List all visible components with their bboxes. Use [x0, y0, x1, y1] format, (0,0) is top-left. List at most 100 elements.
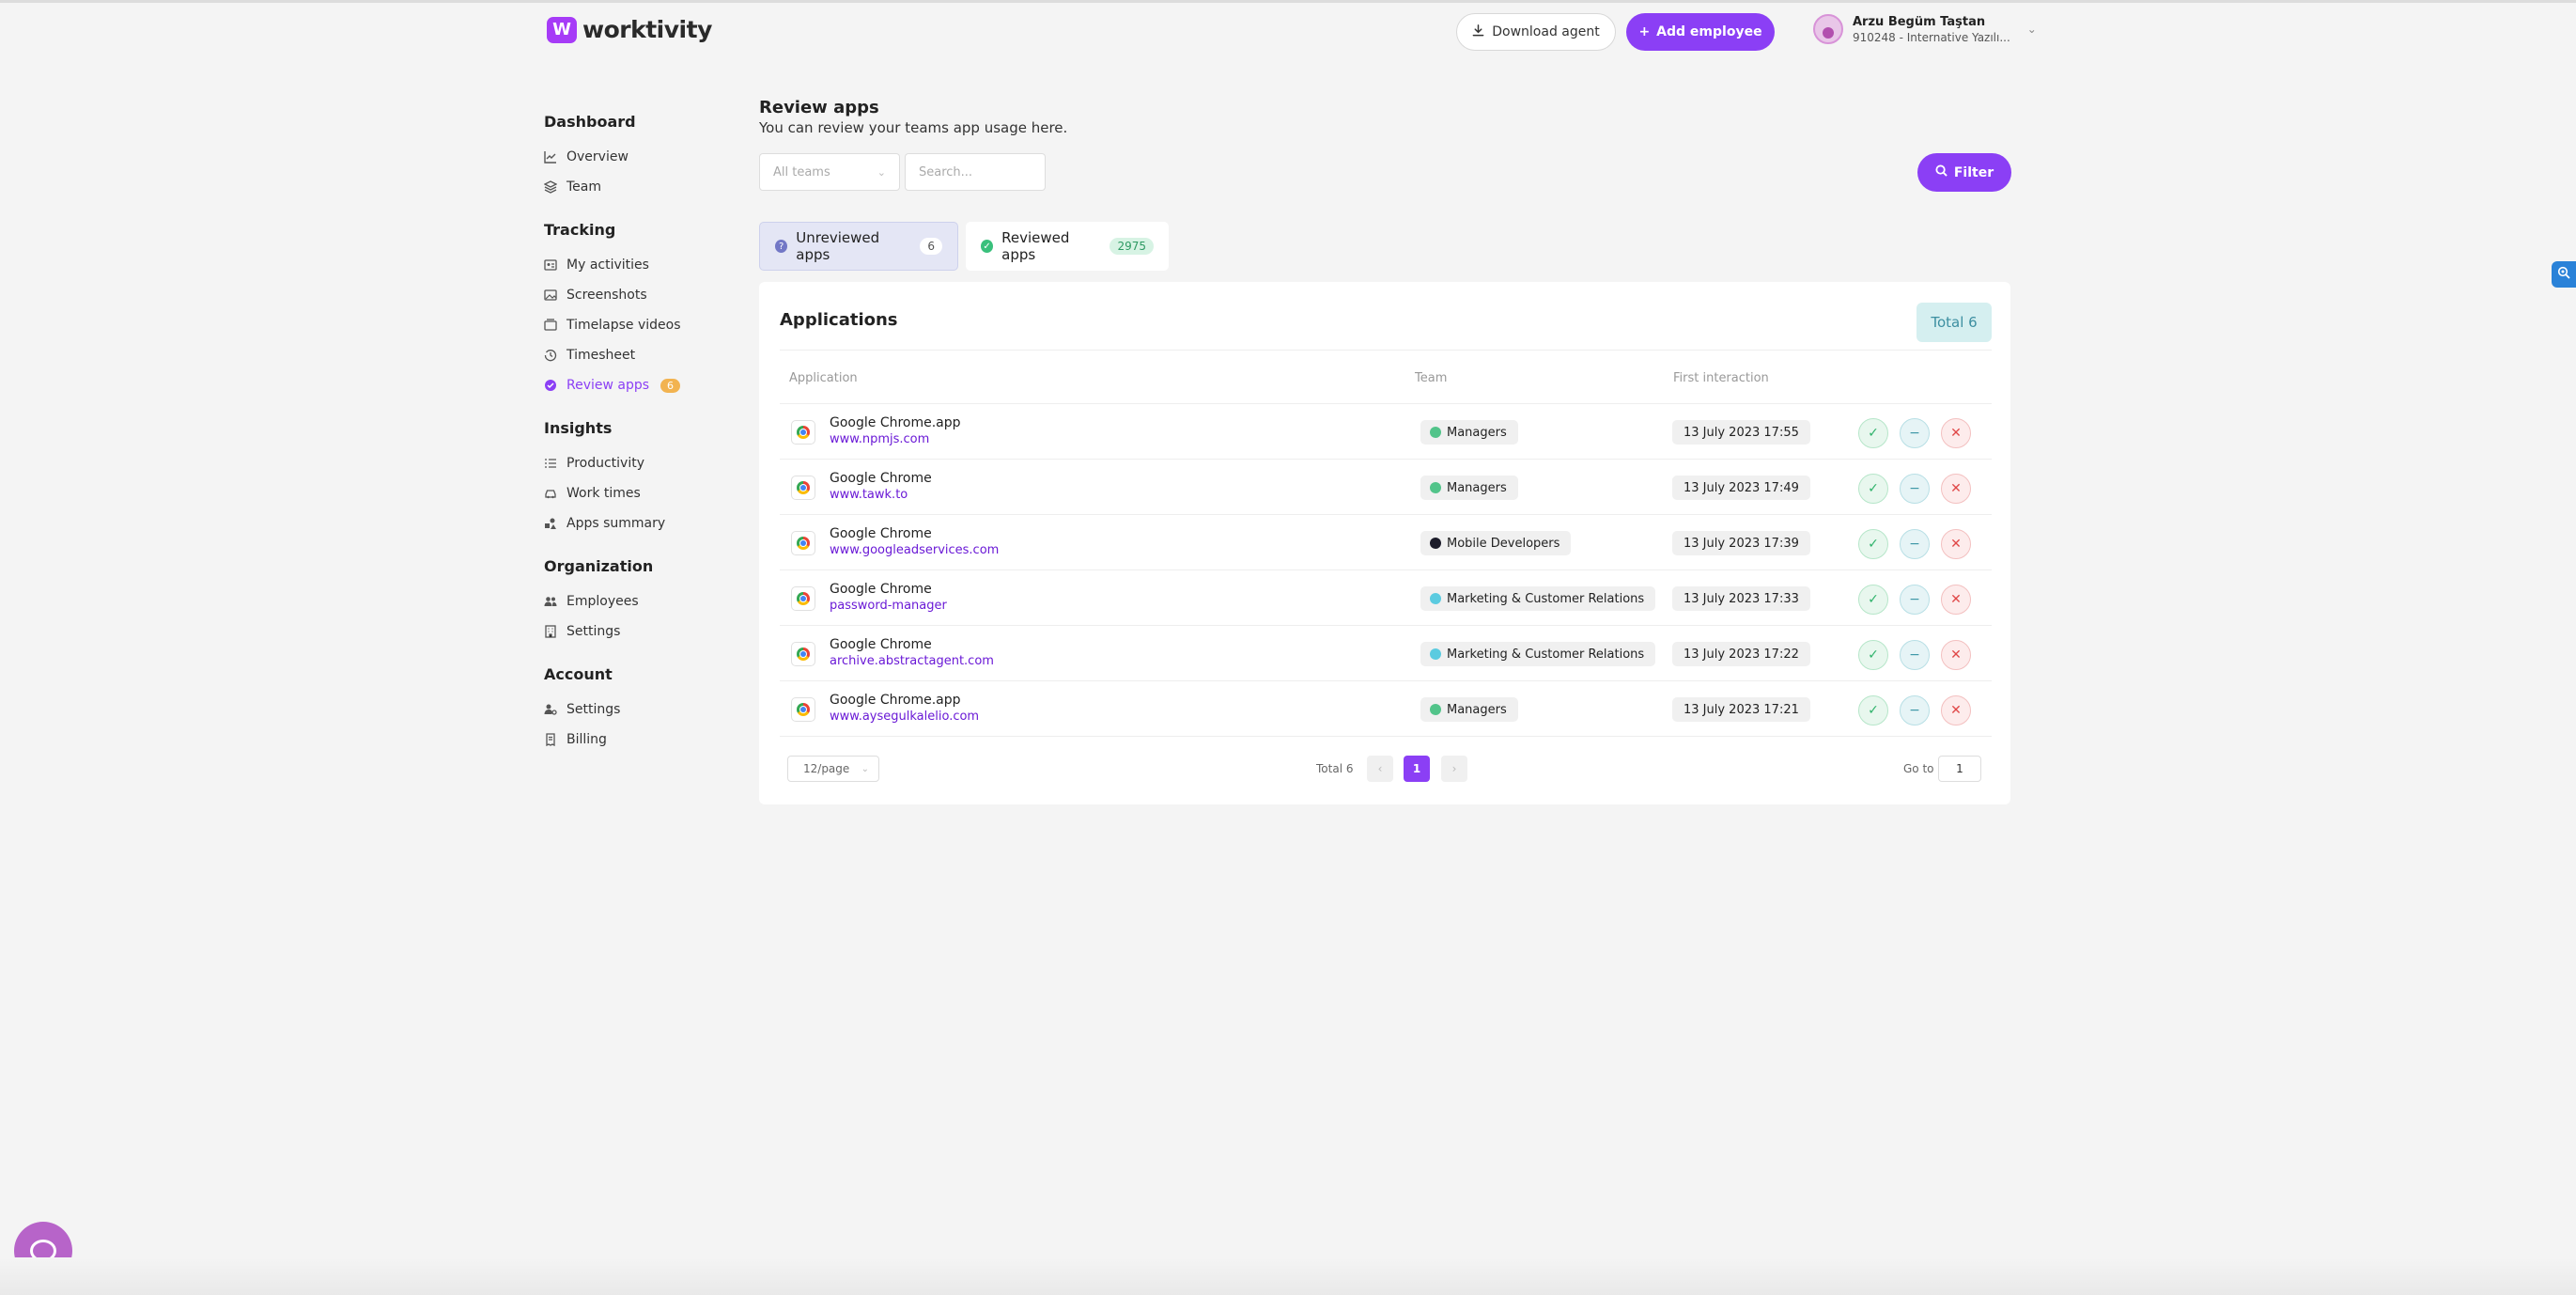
- shapes-icon: [544, 517, 557, 530]
- team-color-dot: [1430, 648, 1441, 660]
- sidebar-item-team[interactable]: Team: [544, 172, 722, 202]
- first-interaction-date: 13 July 2023 17:33: [1672, 586, 1810, 611]
- team-name: Managers: [1447, 702, 1507, 717]
- brand-logo[interactable]: W worktivity: [547, 16, 712, 43]
- minus-icon: −: [1909, 703, 1920, 718]
- users-icon: [544, 595, 557, 608]
- check-icon: ✓: [1868, 592, 1879, 607]
- chrome-icon: [791, 586, 815, 611]
- reject-button[interactable]: ✕: [1941, 640, 1971, 670]
- sidebar-item-account-settings[interactable]: Settings: [544, 694, 722, 725]
- chrome-icon: [791, 531, 815, 555]
- user-name: Arzu Begüm Taştan: [1853, 14, 1986, 29]
- neutral-button[interactable]: −: [1900, 695, 1930, 726]
- page-size-select[interactable]: 12/page ⌄: [787, 756, 879, 782]
- neutral-button[interactable]: −: [1900, 474, 1930, 504]
- search-input[interactable]: [905, 153, 1046, 191]
- tab-reviewed-apps[interactable]: ✓ Reviewed apps 2975: [966, 222, 1169, 271]
- sidebar-item-employees[interactable]: Employees: [544, 586, 722, 616]
- next-page-button[interactable]: ›: [1441, 756, 1467, 782]
- table-row: Google Chrome.app www.npmjs.com Managers…: [780, 404, 1992, 460]
- receipt-icon: [544, 733, 557, 746]
- reject-button[interactable]: ✕: [1941, 474, 1971, 504]
- approve-button[interactable]: ✓: [1858, 585, 1888, 615]
- sidebar-item-apps-summary[interactable]: Apps summary: [544, 508, 722, 538]
- sidebar-section-title: Dashboard: [544, 113, 636, 131]
- add-employee-button[interactable]: + Add employee: [1626, 13, 1775, 51]
- team-badge: Mobile Developers: [1420, 531, 1572, 555]
- question-circle-icon: ?: [775, 240, 788, 253]
- table-row: Google Chrome password-manager Marketing…: [780, 570, 1992, 626]
- approve-button[interactable]: ✓: [1858, 695, 1888, 726]
- download-agent-button[interactable]: Download agent: [1456, 13, 1616, 51]
- prev-page-button[interactable]: ‹: [1367, 756, 1393, 782]
- app-name: Google Chrome.app: [830, 693, 961, 708]
- minus-icon: −: [1909, 592, 1920, 607]
- sidebar-item-label: Team: [566, 179, 602, 195]
- sidebar-item-org-settings[interactable]: Settings: [544, 616, 722, 647]
- team-badge: Managers: [1420, 420, 1518, 445]
- reject-button[interactable]: ✕: [1941, 695, 1971, 726]
- neutral-button[interactable]: −: [1900, 640, 1930, 670]
- app-url: www.aysegulkalelio.com: [830, 710, 980, 724]
- approve-button[interactable]: ✓: [1858, 640, 1888, 670]
- app-url: archive.abstractagent.com: [830, 654, 994, 668]
- tab-count-badge: 6: [920, 238, 942, 255]
- chevron-left-icon: ‹: [1377, 762, 1383, 775]
- team-name: Mobile Developers: [1447, 536, 1560, 551]
- table-row: Google Chrome.app www.aysegulkalelio.com…: [780, 681, 1992, 737]
- team-name: Marketing & Customer Relations: [1447, 647, 1645, 662]
- history-icon: [544, 349, 557, 362]
- sidebar-section-title: Insights: [544, 419, 613, 437]
- chevron-down-icon: ⌄: [2026, 23, 2037, 36]
- app-url: www.googleadservices.com: [830, 543, 1000, 557]
- column-header-team: Team: [1415, 371, 1448, 385]
- sidebar-item-review-apps[interactable]: Review apps 6: [544, 370, 722, 400]
- sidebar-item-screenshots[interactable]: Screenshots: [544, 280, 722, 310]
- filter-button[interactable]: Filter: [1917, 153, 2011, 192]
- reject-button[interactable]: ✕: [1941, 529, 1971, 559]
- image-icon: [544, 289, 557, 302]
- sidebar-item-timelapse-videos[interactable]: Timelapse videos: [544, 310, 722, 340]
- approve-button[interactable]: ✓: [1858, 474, 1888, 504]
- neutral-button[interactable]: −: [1900, 529, 1930, 559]
- approve-button[interactable]: ✓: [1858, 529, 1888, 559]
- sidebar-item-billing[interactable]: Billing: [544, 725, 722, 755]
- reject-button[interactable]: ✕: [1941, 418, 1971, 448]
- sidebar-section-account: Account Settings Billing: [544, 665, 722, 755]
- chart-line-icon: [544, 150, 557, 164]
- team-color-dot: [1430, 704, 1441, 715]
- first-interaction-date: 13 July 2023 17:49: [1672, 476, 1810, 500]
- teams-select[interactable]: All teams ⌄: [759, 153, 900, 191]
- neutral-button[interactable]: −: [1900, 418, 1930, 448]
- page-button-current[interactable]: 1: [1404, 756, 1430, 782]
- check-icon: ✓: [1868, 537, 1879, 552]
- user-organization: 910248 - Internative Yazılı...: [1853, 30, 2010, 44]
- team-name: Marketing & Customer Relations: [1447, 591, 1645, 606]
- sidebar-item-overview[interactable]: Overview: [544, 142, 722, 172]
- team-badge: Managers: [1420, 476, 1518, 500]
- team-name: Managers: [1447, 480, 1507, 495]
- neutral-button[interactable]: −: [1900, 585, 1930, 615]
- chevron-right-icon: ›: [1451, 762, 1457, 775]
- goto-page-input[interactable]: [1938, 756, 1981, 782]
- tab-unreviewed-apps[interactable]: ? Unreviewed apps 6: [759, 222, 958, 271]
- accessibility-widget-button[interactable]: [2552, 261, 2576, 288]
- sidebar-item-timesheet[interactable]: Timesheet: [544, 340, 722, 370]
- reject-button[interactable]: ✕: [1941, 585, 1971, 615]
- column-header-first-interaction: First interaction: [1673, 371, 1769, 385]
- check-icon: ✓: [1868, 481, 1879, 496]
- sidebar-item-my-activities[interactable]: My activities: [544, 250, 722, 280]
- sidebar-item-work-times[interactable]: Work times: [544, 478, 722, 508]
- first-interaction-date: 13 July 2023 17:55: [1672, 420, 1810, 445]
- approve-button[interactable]: ✓: [1858, 418, 1888, 448]
- video-icon: [544, 319, 557, 332]
- sidebar-item-label: Review apps: [566, 378, 650, 393]
- sidebar-item-productivity[interactable]: Productivity: [544, 448, 722, 478]
- total-count-box: Total 6: [1916, 303, 1992, 342]
- check-circle-icon: [544, 379, 557, 392]
- sidebar-item-label: Timesheet: [566, 348, 636, 363]
- card-title: Applications: [780, 310, 898, 330]
- close-icon: ✕: [1950, 481, 1962, 496]
- user-menu[interactable]: Arzu Begüm Taştan 910248 - Internative Y…: [1813, 14, 2037, 44]
